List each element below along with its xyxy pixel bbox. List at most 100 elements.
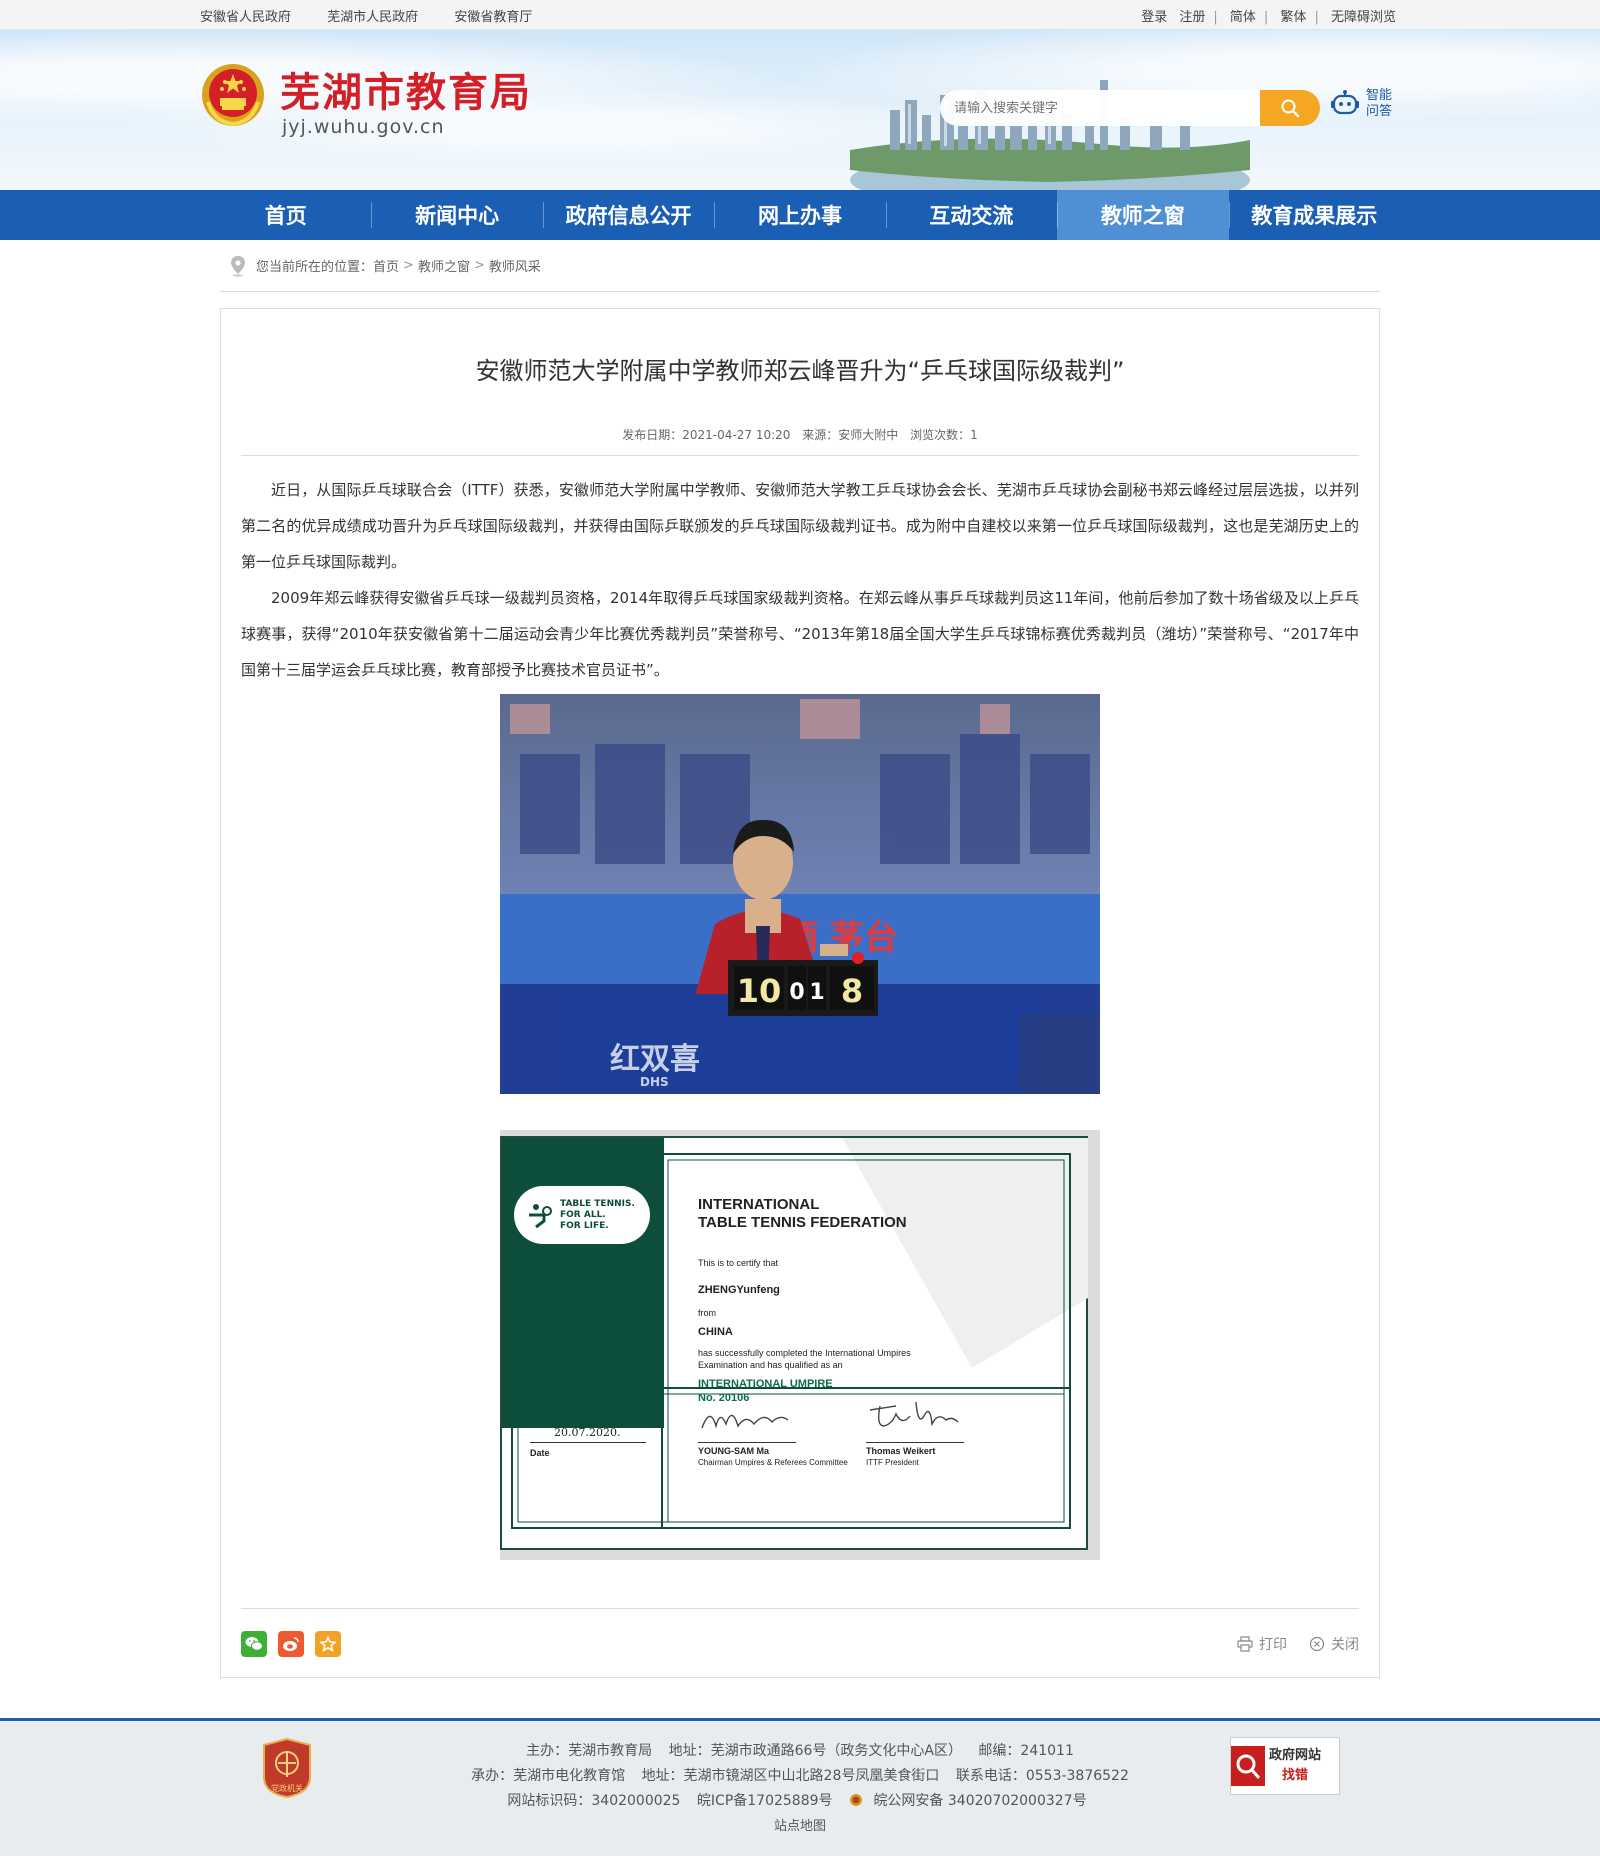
date-label: Date bbox=[530, 1448, 550, 1458]
breadcrumb-teachers-window[interactable]: 教师之窗 bbox=[418, 256, 470, 275]
separator: | bbox=[1213, 9, 1218, 25]
country-text: CHINA bbox=[698, 1326, 733, 1338]
close-icon bbox=[1309, 1636, 1325, 1652]
footer-organizer-address: 地址：芜湖市镜湖区中山北路28号凤凰美食街口 bbox=[641, 1768, 940, 1784]
top-links: 安徽省人民政府 芜湖市人民政府 安徽省教育厅 bbox=[200, 6, 564, 25]
nav-home[interactable]: 首页 bbox=[200, 190, 371, 240]
gov-site-error-report-button[interactable]: 政府网站 找错 bbox=[1230, 1737, 1340, 1795]
footer-line1: 主办：芜湖市教育局 地址：芜湖市政通路66号（政务文化中心A区） 邮编：2410… bbox=[400, 1739, 1200, 1764]
signer1-name: YOUNG-SAM Ma bbox=[698, 1446, 770, 1456]
brand-sub-text: DHS bbox=[640, 1075, 669, 1089]
smart-qa-label-line2: 问答 bbox=[1366, 104, 1393, 119]
printer-icon bbox=[1237, 1636, 1253, 1652]
article-body: 近日，从国际乒乓球联合会（ITTF）获悉，安徽师范大学附属中学教师、安徽师范大学… bbox=[241, 456, 1359, 1560]
top-right-links: 登录 注册 | 简体 | 繁体 | 无障碍浏览 bbox=[1137, 6, 1400, 25]
nav-news[interactable]: 新闻中心 bbox=[371, 190, 542, 240]
share-wechat-button[interactable] bbox=[241, 1631, 267, 1657]
footer-organizer: 承办：芜湖市电化教育馆 bbox=[471, 1768, 626, 1784]
footer-info: 主办：芜湖市教育局 地址：芜湖市政通路66号（政务文化中心A区） 邮编：2410… bbox=[400, 1739, 1200, 1839]
register-link[interactable]: 注册 bbox=[1179, 10, 1205, 25]
search-input[interactable] bbox=[940, 90, 1260, 126]
site-footer: 党政机关 主办：芜湖市教育局 地址：芜湖市政通路66号（政务文化中心A区） 邮编… bbox=[0, 1718, 1600, 1856]
login-link[interactable]: 登录 bbox=[1141, 10, 1167, 25]
footer-line3: 网站标识码：3402000025 皖ICP备17025889号 皖公网安备 34… bbox=[400, 1789, 1200, 1814]
footer-police-record[interactable]: 皖公网安备 34020702000327号 bbox=[849, 1793, 1093, 1809]
accessibility-link[interactable]: 无障碍浏览 bbox=[1331, 10, 1396, 25]
traditional-link[interactable]: 繁体 bbox=[1280, 10, 1306, 25]
nav-interaction[interactable]: 互动交流 bbox=[885, 190, 1057, 240]
footer-site-id: 网站标识码：3402000025 bbox=[507, 1793, 681, 1809]
smart-qa-label: 智能 问答 bbox=[1366, 88, 1396, 120]
date-line bbox=[530, 1442, 646, 1443]
close-label: 关闭 bbox=[1331, 1637, 1359, 1653]
view-count: 浏览次数：1 bbox=[910, 428, 978, 442]
breadcrumb-arrow: > bbox=[473, 258, 485, 273]
article: 安徽师范大学附属中学教师郑云峰晋升为“乒乓球国际级裁判” 发布日期：2021-0… bbox=[220, 308, 1380, 1678]
simplified-link[interactable]: 简体 bbox=[1230, 10, 1256, 25]
site-title[interactable]: 芜湖市教育局 bbox=[280, 60, 532, 118]
signer1-role: Chairman Umpires & Referees Committee bbox=[698, 1458, 848, 1467]
ittf-logo: TABLE TENNIS. FOR ALL. FOR LIFE. bbox=[514, 1186, 650, 1244]
smart-qa-button[interactable]: 智能 问答 bbox=[1330, 88, 1396, 120]
logo-text-line1: TABLE TENNIS. bbox=[560, 1198, 635, 1209]
footer-phone: 联系电话：0553-3876522 bbox=[955, 1768, 1129, 1784]
footer-police-text: 皖公网安备 34020702000327号 bbox=[873, 1793, 1087, 1809]
link-anhui-edu[interactable]: 安徽省教育厅 bbox=[454, 10, 532, 25]
ittf-paddle-icon bbox=[529, 1204, 552, 1229]
city-skyline-image bbox=[850, 80, 1250, 190]
nav-teachers-window[interactable]: 教师之窗 bbox=[1057, 190, 1229, 240]
share-weibo-button[interactable] bbox=[278, 1631, 304, 1657]
brand-text: 红双喜 bbox=[610, 1042, 700, 1077]
print-button[interactable]: 打印 bbox=[1237, 1634, 1287, 1654]
footer-address: 地址：芜湖市政通路66号（政务文化中心A区） bbox=[668, 1743, 962, 1759]
link-anhui-gov[interactable]: 安徽省人民政府 bbox=[200, 10, 291, 25]
nav-achievements[interactable]: 教育成果展示 bbox=[1228, 190, 1400, 240]
signature-line-weikert bbox=[866, 1442, 964, 1443]
nav-online-services[interactable]: 网上办事 bbox=[714, 190, 885, 240]
umpire-name: ZHENGYunfeng bbox=[698, 1284, 780, 1296]
party-gov-badge[interactable]: 党政机关 bbox=[260, 1737, 314, 1799]
breadcrumb-teacher-style[interactable]: 教师风采 bbox=[489, 256, 541, 275]
error-report-line1: 政府网站 bbox=[1269, 1748, 1322, 1763]
location-pin-icon bbox=[231, 255, 245, 277]
games-right: 1 bbox=[809, 980, 824, 1005]
certificate-org: INTERNATIONAL TABLE TENNIS FEDERATION bbox=[698, 1196, 907, 1232]
qualification-title: INTERNATIONAL UMPIRE bbox=[698, 1378, 833, 1390]
score-left: 10 bbox=[737, 972, 782, 1010]
org-line1: INTERNATIONAL bbox=[698, 1196, 820, 1213]
nav-gov-info[interactable]: 政府信息公开 bbox=[542, 190, 714, 240]
breadcrumb-home[interactable]: 首页 bbox=[373, 256, 399, 275]
article-source: 来源：安师大附中 bbox=[802, 428, 899, 442]
article-title: 安徽师范大学附属中学教师郑云峰晋升为“乒乓球国际级裁判” bbox=[475, 357, 1125, 385]
print-label: 打印 bbox=[1259, 1637, 1287, 1653]
logo-text-line3: FOR LIFE. bbox=[560, 1220, 609, 1231]
breadcrumb-arrow: > bbox=[403, 258, 414, 273]
certify-text: This is to certify that bbox=[698, 1258, 779, 1268]
police-badge-icon bbox=[849, 1794, 862, 1806]
link-wuhu-gov[interactable]: 芜湖市人民政府 bbox=[327, 10, 418, 25]
separator: | bbox=[1263, 9, 1269, 25]
main-nav: 首页 新闻中心 政府信息公开 网上办事 互动交流 教师之窗 教育成果展示 bbox=[0, 190, 1600, 240]
robot-icon bbox=[1331, 90, 1359, 115]
breadcrumb-prefix: 您当前所在的位置： bbox=[256, 260, 374, 275]
sitemap-link[interactable]: 站点地图 bbox=[774, 1819, 826, 1834]
search-button[interactable] bbox=[1260, 90, 1320, 126]
publish-date: 发布日期：2021-04-27 10:20 bbox=[622, 428, 791, 442]
footer-postcode: 邮编：241011 bbox=[978, 1743, 1074, 1759]
main-content: 您当前所在的位置： 首页 > 教师之窗 > 教师风采 安徽师范大学附属中学教师郑… bbox=[200, 240, 1400, 1698]
favorite-button[interactable] bbox=[315, 1631, 341, 1657]
signature-line-ma bbox=[698, 1442, 796, 1443]
error-report-text: 政府网站 找错 bbox=[1269, 1746, 1321, 1786]
signer2-role: ITTF President bbox=[866, 1458, 919, 1467]
star-icon bbox=[320, 1636, 336, 1652]
footer-icp[interactable]: 皖ICP备17025889号 bbox=[697, 1793, 833, 1809]
close-button[interactable]: 关闭 bbox=[1309, 1634, 1359, 1654]
signature-weikert bbox=[869, 1401, 959, 1427]
search-box bbox=[940, 90, 1320, 126]
weibo-icon bbox=[283, 1637, 299, 1651]
logo-text: TABLE TENNIS. FOR ALL. FOR LIFE. bbox=[560, 1199, 635, 1232]
footer-line4: 站点地图 bbox=[400, 1814, 1200, 1839]
from-text: from bbox=[698, 1308, 716, 1318]
site-domain: jyj.wuhu.gov.cn bbox=[282, 116, 445, 138]
article-meta: 发布日期：2021-04-27 10:20 来源：安师大附中 浏览次数：1 bbox=[241, 426, 1359, 456]
